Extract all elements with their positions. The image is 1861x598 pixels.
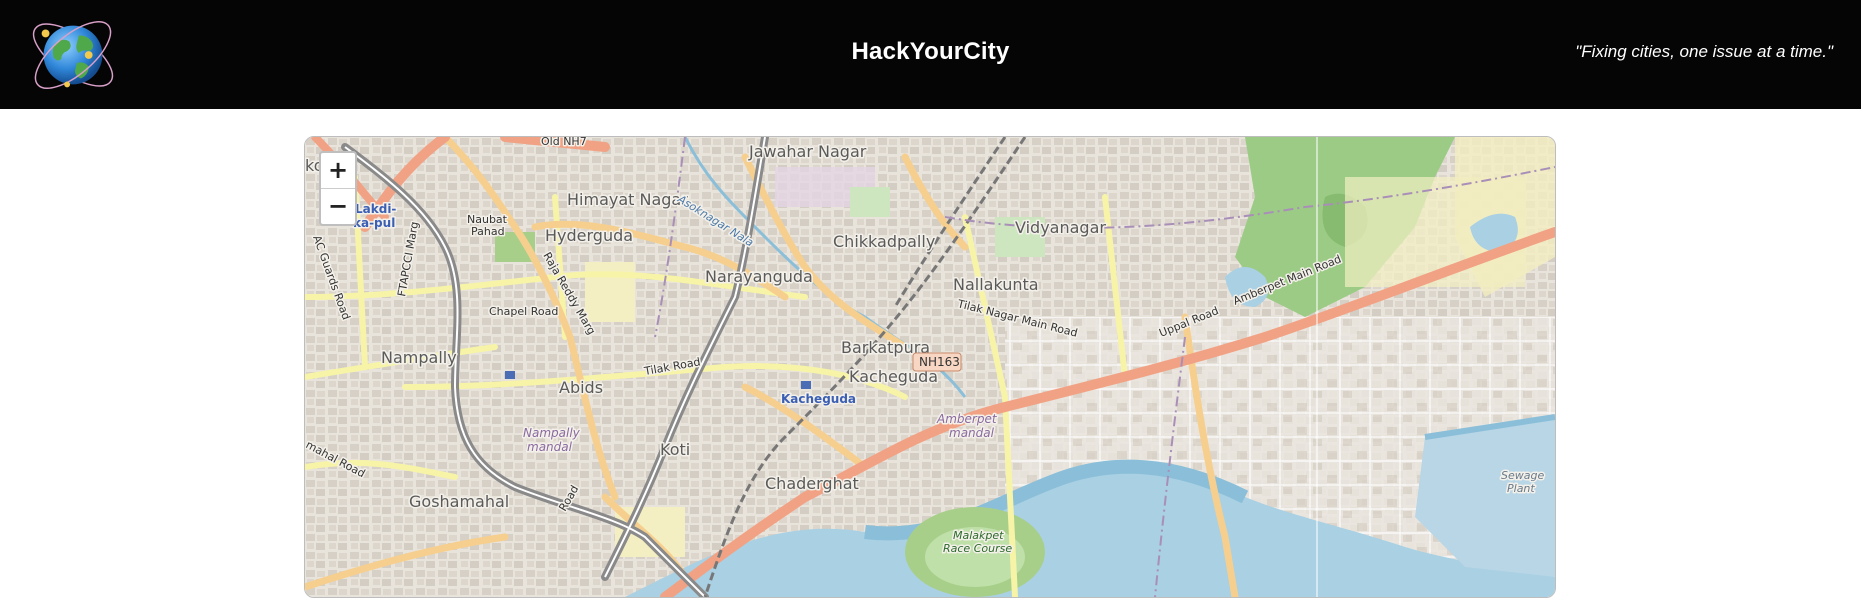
zoom-control: + − [319,151,357,226]
place-label: Chikkadpally [833,232,935,251]
zoom-in-button[interactable]: + [321,153,355,188]
area-label: Amberpet [936,412,998,426]
station-label: Lakdi- [355,202,396,216]
area-label: mandal [527,440,573,454]
highway-shield-label: NH163 [919,355,960,369]
station-marker-icon [505,371,515,379]
area-label: Nampally [523,426,581,440]
place-label: Koti [660,440,690,459]
area-label: mandal [949,426,995,440]
city-map[interactable]: ko-pul Himayat Nagar Jawahar Nagar Hyder… [304,136,1556,598]
place-label: Nallakunta [953,275,1039,294]
place-label: Pahad [471,225,505,238]
road-label: Old NH7 [541,137,587,148]
place-label: Narayanguda [705,267,813,286]
area-label: Race Course [943,542,1012,555]
site-tagline: "Fixing cities, one issue at a time." [1575,42,1833,61]
station-label: ka-pul [353,216,395,230]
road-label: Chapel Road [489,305,558,318]
zoom-out-button[interactable]: − [321,188,355,224]
station-marker-icon [801,381,811,389]
place-label: Abids [559,378,603,397]
place-label: Nampally [381,348,457,367]
area-label: Plant [1507,482,1535,495]
area-label: Sewage [1501,469,1544,482]
place-label: Goshamahal [409,492,509,511]
area-label: Malakpet [953,529,1004,542]
highway-shield-icon: NH163 [912,352,962,372]
place-label: Vidyanagar [1015,218,1106,237]
site-header: HackYourCity "Fixing cities, one issue a… [0,0,1861,109]
place-label: Chaderghat [765,474,859,493]
place-label: Himayat Nagar [567,190,688,209]
place-label: Hyderguda [545,226,633,245]
station-label: Kacheguda [781,392,856,406]
place-label: Jawahar Nagar [748,142,867,161]
map-tiles[interactable]: ko-pul Himayat Nagar Jawahar Nagar Hyder… [305,137,1555,597]
